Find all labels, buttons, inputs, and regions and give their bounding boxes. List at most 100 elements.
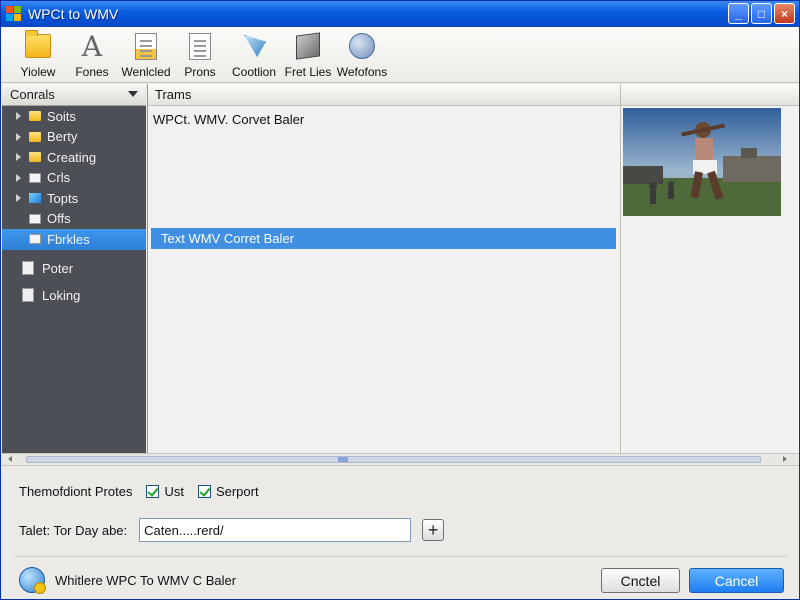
sidebar-item-soits[interactable]: Soits <box>2 106 146 127</box>
toolbar-label: Wefofons <box>336 65 388 79</box>
sidebar-dropdown[interactable]: Conrals <box>2 84 146 106</box>
checkbox-label: Serport <box>215 484 259 499</box>
divider <box>15 556 787 557</box>
app-icon <box>6 6 22 22</box>
expand-arrow-icon[interactable] <box>16 112 21 121</box>
scroll-right-icon[interactable] <box>783 456 787 462</box>
sidebar-link-label: Loking <box>42 287 81 303</box>
scrollbar-track[interactable] <box>26 456 761 463</box>
sidebar-item-label: Berty <box>47 129 78 145</box>
list-item-label: Text WMV Corret Baler <box>161 231 294 246</box>
page-icon <box>29 234 41 245</box>
close-button[interactable]: × <box>774 3 795 24</box>
sidebar-item-label: Fbrkles <box>47 231 90 247</box>
expand-arrow-icon[interactable] <box>16 194 21 203</box>
main-window: WPCt to WMV _ □ × Yiolew A Fones Wenlcle… <box>0 0 800 600</box>
scroll-left-icon[interactable] <box>8 456 12 462</box>
options-label: Themofdiont Protes <box>19 484 133 499</box>
expand-arrow-icon[interactable] <box>16 153 21 162</box>
minimize-button[interactable]: _ <box>728 3 749 24</box>
font-icon: A <box>81 29 103 63</box>
status-bar: Whitlere WPC To WMV C Baler <box>19 567 237 594</box>
toolbar-button-view[interactable]: Yiolew <box>11 27 65 79</box>
add-button[interactable]: + <box>422 519 445 541</box>
status-text: Whitlere WPC To WMV C Baler <box>55 572 237 588</box>
column-header-label: Trams <box>155 87 192 102</box>
window-title: WPCt to WMV <box>28 6 119 22</box>
sidebar-item-topts[interactable]: Topts <box>2 188 146 209</box>
toolbar-button-prons[interactable]: Prons <box>173 27 227 79</box>
folder-icon <box>29 111 41 122</box>
preview-pane <box>620 84 799 453</box>
plus-icon: + <box>427 520 439 540</box>
globe-user-icon <box>19 567 46 594</box>
document-icon <box>22 288 34 302</box>
sidebar-item-label: Crls <box>47 170 71 186</box>
sidebar-item-label: Creating <box>47 149 97 165</box>
checkbox-checked-icon[interactable] <box>197 485 211 498</box>
page-icon <box>29 172 41 183</box>
chevron-down-icon <box>128 91 138 97</box>
scrollbar-thumb[interactable] <box>338 457 348 462</box>
toolbar-button-fret-lies[interactable]: Fret Lies <box>281 27 335 79</box>
column-header[interactable]: Trams <box>148 84 620 106</box>
target-field-row: Talet: Tor Day abe: + <box>19 518 445 542</box>
sidebar-item-crls[interactable]: Crls <box>2 168 146 189</box>
expand-arrow-icon[interactable] <box>16 132 21 141</box>
options-row: Themofdiont Protes Ust Serport <box>19 484 259 499</box>
sidebar-header-label: Conrals <box>10 87 55 102</box>
page-icon <box>29 213 41 224</box>
cancel-button[interactable]: Cancel <box>689 568 784 593</box>
folder-icon <box>29 152 41 163</box>
sidebar-item-fbrkles[interactable]: Fbrkles <box>2 229 146 250</box>
preview-header <box>621 84 799 106</box>
document-icon <box>22 261 34 275</box>
maximize-button[interactable]: □ <box>751 3 772 24</box>
sidebar-item-creating[interactable]: Creating <box>2 147 146 168</box>
page-icon <box>185 31 215 61</box>
sidebar-link-label: Poter <box>42 260 74 276</box>
toolbar-label: Cootlion <box>231 65 277 79</box>
toolbar-label: Fones <box>75 65 109 79</box>
toolbar-label: Wenlcled <box>121 65 171 79</box>
toolbar-label: Prons <box>184 65 216 79</box>
toolbar-label: Yiolew <box>20 65 56 79</box>
sidebar-link-poter[interactable]: Poter <box>2 255 146 282</box>
field-label: Talet: Tor Day abe: <box>19 522 128 538</box>
toolbar-label: Fret Lies <box>284 65 332 79</box>
sidebar-item-label: Soits <box>47 108 76 124</box>
checkbox-checked-icon[interactable] <box>146 485 160 498</box>
list-item-selected[interactable]: Text WMV Corret Baler <box>151 228 616 249</box>
toolbar-button-cootlion[interactable]: Cootlion <box>227 27 281 79</box>
sidebar-item-berty[interactable]: Berty <box>2 127 146 148</box>
list-item-label: WPCt. WMV. Corvet Baler <box>153 112 305 127</box>
file-list: Trams WPCt. WMV. Corvet Baler Text WMV C… <box>147 84 620 453</box>
document-icon <box>131 31 161 61</box>
checkbox-serport[interactable]: Serport <box>197 484 259 499</box>
toolbar-button-fonts[interactable]: A Fones <box>65 27 119 80</box>
target-input[interactable] <box>139 518 412 542</box>
checkbox-label: Ust <box>164 484 184 499</box>
sidebar-item-label: Offs <box>47 211 71 227</box>
preview-thumbnail <box>623 108 781 216</box>
list-item[interactable]: WPCt. WMV. Corvet Baler <box>148 109 620 130</box>
folder-icon <box>29 131 41 142</box>
flag-icon <box>239 31 269 61</box>
expand-arrow-icon[interactable] <box>16 173 21 182</box>
toolbar: Yiolew A Fones Wenlcled Prons Cootlion F… <box>1 27 799 83</box>
cube-icon <box>293 31 323 61</box>
sidebar: Conrals Soits Berty Creating Crls Topts <box>2 84 146 453</box>
sidebar-link-loking[interactable]: Loking <box>2 282 146 309</box>
tools-icon <box>29 193 41 204</box>
toolbar-button-wefofons[interactable]: Wefofons <box>335 27 389 79</box>
checkbox-ust[interactable]: Ust <box>146 484 184 499</box>
toolbar-button-wenlcled[interactable]: Wenlcled <box>119 27 173 79</box>
cnctel-button[interactable]: Cnctel <box>601 568 680 593</box>
title-bar[interactable]: WPCt to WMV _ □ × <box>1 1 799 27</box>
horizontal-scrollbar[interactable] <box>2 453 799 466</box>
folder-icon <box>23 30 53 61</box>
sidebar-item-label: Topts <box>47 190 79 206</box>
globe-icon <box>347 31 377 61</box>
sidebar-item-offs[interactable]: Offs <box>2 209 146 230</box>
window-controls: _ □ × <box>728 3 795 24</box>
